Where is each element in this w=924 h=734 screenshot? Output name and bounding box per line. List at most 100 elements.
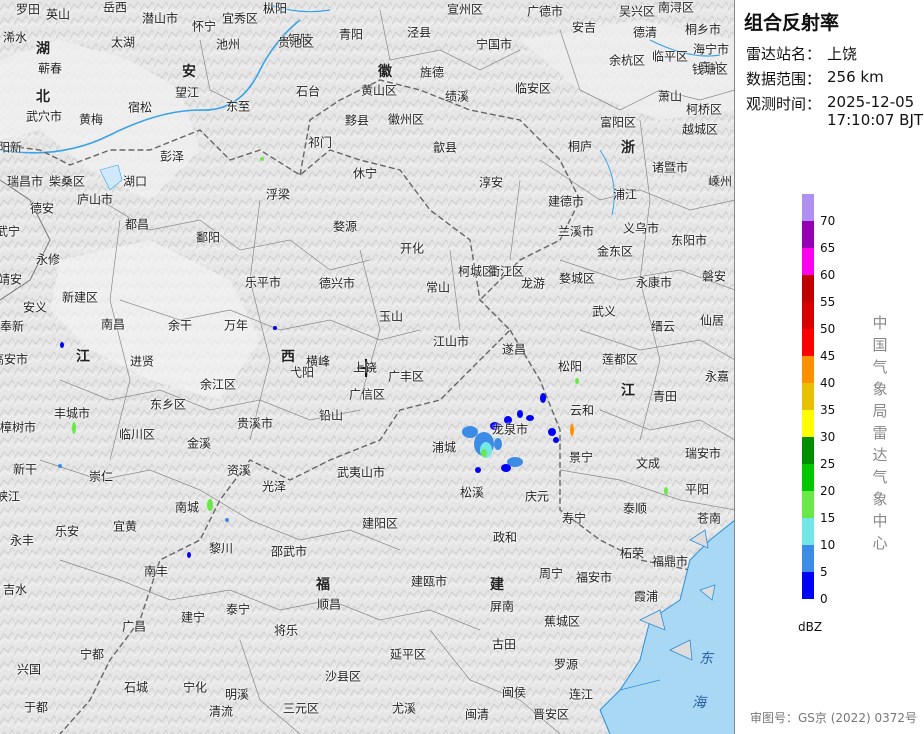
city-label: 南丰 [143,564,169,579]
city-label: 靖安 [0,272,23,287]
city-label: 光泽 [261,479,287,494]
legend-tick-label: 40 [820,375,836,390]
city-label: 常山 [425,280,451,295]
city-label: 越城区 [681,122,719,137]
city-label: 宁国市 [475,37,513,52]
city-label: 石城 [123,680,149,695]
city-label: 衢江区 [487,264,525,279]
city-label: 开化 [399,241,425,256]
legend-tick-label: 0 [820,591,828,606]
city-label: 新干 [12,462,38,477]
radar-echo [548,428,556,436]
city-label: 贵池区 [277,35,315,50]
city-label: 横峰 [305,354,331,369]
city-label: 霞浦 [633,589,659,604]
city-label: 阳新 [0,140,23,155]
city-label: 新建区 [61,290,99,305]
city-label: 鄱阳 [195,230,221,245]
city-label: 东阳市 [670,233,708,248]
city-label: 望江 [174,85,200,100]
province-label: 湖 [36,41,50,57]
city-label: 于都 [23,700,49,715]
station-value: 上饶 [827,45,858,63]
city-label: 武夷山市 [336,465,386,480]
city-label: 兴国 [16,662,42,677]
time-date: 2025-12-05 [827,93,915,111]
range-row: 数据范围： 256 km [746,68,884,89]
city-label: 临平区 [651,49,689,64]
radar-echo [664,487,668,495]
agency-char: 国 [872,336,888,354]
city-label: 安吉 [571,20,597,35]
city-label: 浮梁 [265,187,291,202]
radar-echo [187,552,191,558]
city-label: 贵溪市 [236,416,274,431]
city-label: 广信区 [348,387,386,402]
city-label: 太湖 [110,35,136,50]
legend-tick-label: 30 [820,429,836,444]
agency-char: 中 [872,314,888,332]
city-label: 柯桥区 [685,102,723,117]
city-label: 平阳 [684,482,710,497]
legend-tick-label: 65 [820,240,836,255]
city-label: 青阳 [338,27,364,42]
city-label: 古田 [491,637,517,652]
city-label: 尤溪 [391,701,417,716]
city-label: 休宁 [352,166,378,181]
city-label: 峡江 [0,489,21,504]
legend-swatch [802,410,814,437]
city-label: 闽清 [464,707,490,722]
city-label: 柴桑区 [48,174,86,189]
agency-char: 气 [872,468,888,486]
city-label: 樟树市 [0,420,37,435]
city-label: 淳安 [478,175,504,190]
city-label: 萧山 [657,89,683,104]
radar-echo [58,464,62,468]
city-label: 宁化 [182,680,208,695]
city-label: 清流 [208,704,234,719]
city-label: 嵊州 [707,174,733,189]
city-label: 武义 [591,304,617,319]
city-label: 兰溪市 [557,224,595,239]
legend-swatch [802,518,814,545]
legend-swatch [802,383,814,410]
legend-tick-label: 15 [820,510,836,525]
city-label: 寿宁 [561,511,587,526]
city-label: 丰城市 [53,406,91,421]
city-label: 英山 [45,7,71,22]
city-label: 泰宁 [225,602,251,617]
city-label: 德安 [29,201,55,216]
city-label: 松阳 [557,359,583,374]
city-label: 乐安 [54,524,80,539]
range-label: 数据范围： [746,70,822,88]
legend-tick-label: 55 [820,294,836,309]
agency-char: 达 [872,446,888,464]
city-label: 明溪 [224,687,250,702]
radar-echo [570,424,574,436]
legend-tick-label: 60 [820,267,836,282]
province-label: 北 [36,89,50,105]
city-label: 海宁市 [692,42,730,57]
time-row: 观测时间： 2025-12-05 17:10:07 BJT [746,93,923,129]
city-label: 龙游 [520,276,546,291]
radar-echo [207,499,213,511]
province-label: 江 [621,383,635,399]
radar-map[interactable]: 罗田 英山 岳西 潜山市 怀宁 宜秀区 枞阳 铜陵 宣州区 广德市 吴兴区 南浔区 浠水 太湖 池州 贵池区青… [0,0,735,734]
city-label: 余江区 [199,377,237,392]
city-label: 宜黄 [112,519,138,534]
city-label: 瑞安市 [684,446,722,461]
radar-echo [60,342,64,348]
agency-char: 象 [872,380,888,398]
legend-tick-label: 35 [820,402,836,417]
city-label: 岳西 [102,0,128,15]
city-label: 德兴市 [318,276,356,291]
radar-echo [475,467,481,473]
legend-swatch [802,491,814,518]
city-label: 江山市 [432,334,470,349]
radar-echo [273,326,277,330]
radar-echo [575,378,579,384]
city-label: 崇仁 [88,469,114,484]
info-panel: 组合反射率 雷达站名： 上饶 数据范围： 256 km 观测时间： 2025-12-0… [736,0,924,734]
province-label: 安 [182,64,196,80]
city-label: 旌德 [419,65,445,80]
